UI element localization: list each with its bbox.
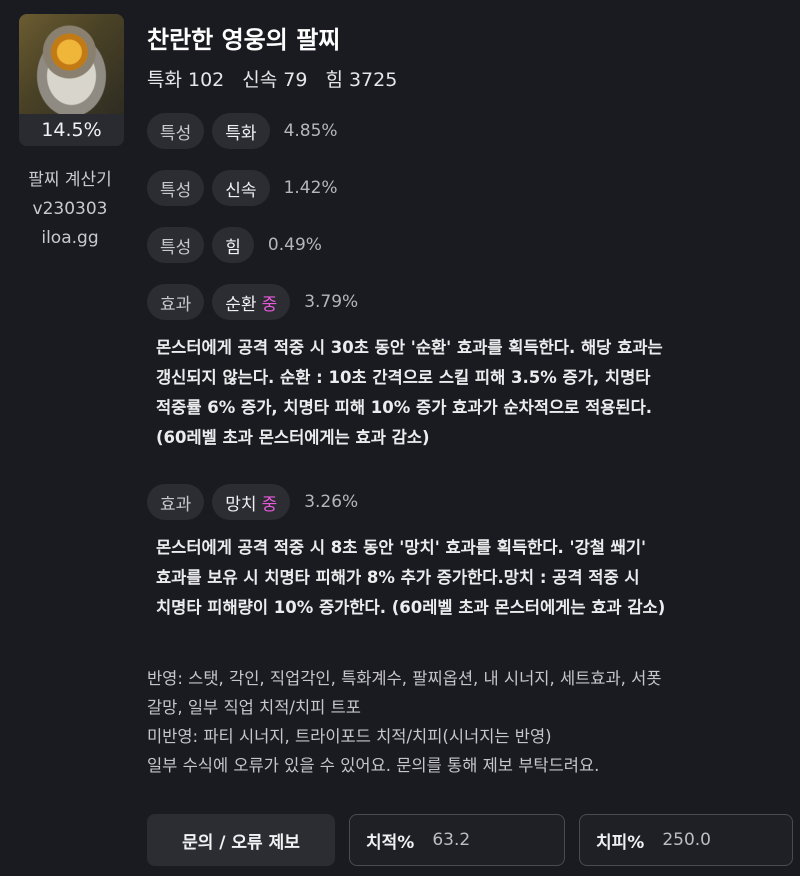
- option-value: 3.26%: [304, 492, 359, 512]
- option-name-chip: 순환 중: [212, 284, 291, 320]
- item-percent: 14.5%: [19, 114, 124, 146]
- description-line: 효과를 보유 시 치명타 피해가 8% 추가 증가한다.망치 : 공격 적중 시: [156, 568, 640, 587]
- option-value: 0.49%: [267, 235, 322, 255]
- report-button[interactable]: 문의 / 오류 제보: [147, 814, 335, 866]
- calculator-info: 팔찌 계산기 v230303 iloa.gg: [0, 166, 140, 253]
- calculator-version: v230303: [32, 199, 108, 219]
- crit-rate-field[interactable]: 치적% 63.2: [349, 814, 565, 866]
- description-line: (60레벨 초과 몬스터에게는 효과 감소): [156, 428, 430, 447]
- option-value: 4.85%: [283, 121, 338, 141]
- option-row: 특성 신속 1.42%: [147, 170, 338, 206]
- option-type-chip: 효과: [147, 284, 205, 320]
- option-description: 몬스터에게 공격 적중 시 30초 동안 '순환' 효과를 획득한다. 해당 효…: [156, 333, 791, 453]
- crit-rate-label: 치적%: [366, 832, 415, 853]
- option-row: 특성 힘 0.49%: [147, 227, 322, 263]
- option-name-chip: 힘: [212, 227, 254, 263]
- option-description: 몬스터에게 공격 적중 시 8초 동안 '망치' 효과를 획득한다. '강철 쐐…: [156, 533, 791, 623]
- option-grade: 중: [261, 494, 278, 515]
- description-line: 몬스터에게 공격 적중 시 8초 동안 '망치' 효과를 획득한다. '강철 쐐…: [156, 538, 647, 557]
- stat-swiftness: 신속 79: [242, 69, 308, 91]
- option-row: 효과 순환 중 3.79%: [147, 284, 358, 320]
- option-name-chip: 특화: [212, 113, 270, 149]
- description-line: 갱신되지 않는다. 순환 : 10초 간격으로 스킬 피해 3.5% 증가, 치…: [156, 368, 651, 387]
- calculator-site: iloa.gg: [41, 228, 99, 248]
- item-stats: 특화 102 신속 79 힘 3725: [147, 65, 397, 92]
- item-thumbnail: 14.5%: [19, 14, 124, 146]
- note-line: 반영: 스탯, 각인, 직업각인, 특화계수, 팔찌옵션, 내 시너지, 세트효…: [147, 669, 662, 688]
- option-row: 특성 특화 4.85%: [147, 113, 338, 149]
- note-line: 갈망, 일부 직업 치적/치피 트포: [147, 698, 361, 717]
- option-type-chip: 특성: [147, 227, 205, 263]
- description-line: 치명타 피해량이 10% 증가한다. (60레벨 초과 몬스터에게는 효과 감소…: [156, 598, 666, 617]
- description-line: 적중률 6% 증가, 치명타 피해 10% 증가 효과가 순차적으로 적용된다.: [156, 398, 653, 417]
- item-title: 찬란한 영웅의 팔찌: [147, 26, 341, 54]
- note-line: 미반영: 파티 시너지, 트라이포드 치적/치피(시너지는 반영): [147, 727, 552, 746]
- bracelet-icon: [19, 14, 124, 114]
- option-type-chip: 특성: [147, 170, 205, 206]
- option-name: 순환: [225, 294, 257, 315]
- option-value: 3.79%: [304, 292, 359, 312]
- stat-specialization: 특화 102: [147, 69, 225, 91]
- option-row: 효과 망치 중 3.26%: [147, 484, 358, 520]
- calculator-name: 팔찌 계산기: [28, 170, 112, 190]
- crit-damage-value[interactable]: 250.0: [662, 830, 711, 850]
- option-name: 망치: [225, 494, 257, 515]
- crit-damage-field[interactable]: 치피% 250.0: [579, 814, 793, 866]
- option-value: 1.42%: [283, 178, 338, 198]
- option-grade: 중: [261, 294, 278, 315]
- option-name-chip: 망치 중: [212, 484, 291, 520]
- option-type-chip: 효과: [147, 484, 205, 520]
- description-line: 몬스터에게 공격 적중 시 30초 동안 '순환' 효과를 획득한다. 해당 효…: [156, 338, 663, 357]
- crit-damage-label: 치피%: [596, 832, 645, 853]
- stat-strength: 힘 3725: [325, 69, 398, 91]
- option-type-chip: 특성: [147, 113, 205, 149]
- option-name-chip: 신속: [212, 170, 270, 206]
- notes: 반영: 스탯, 각인, 직업각인, 특화계수, 팔찌옵션, 내 시너지, 세트효…: [147, 664, 792, 780]
- note-line: 일부 수식에 오류가 있을 수 있어요. 문의를 통해 제보 부탁드려요.: [147, 756, 600, 775]
- crit-rate-value[interactable]: 63.2: [432, 830, 470, 850]
